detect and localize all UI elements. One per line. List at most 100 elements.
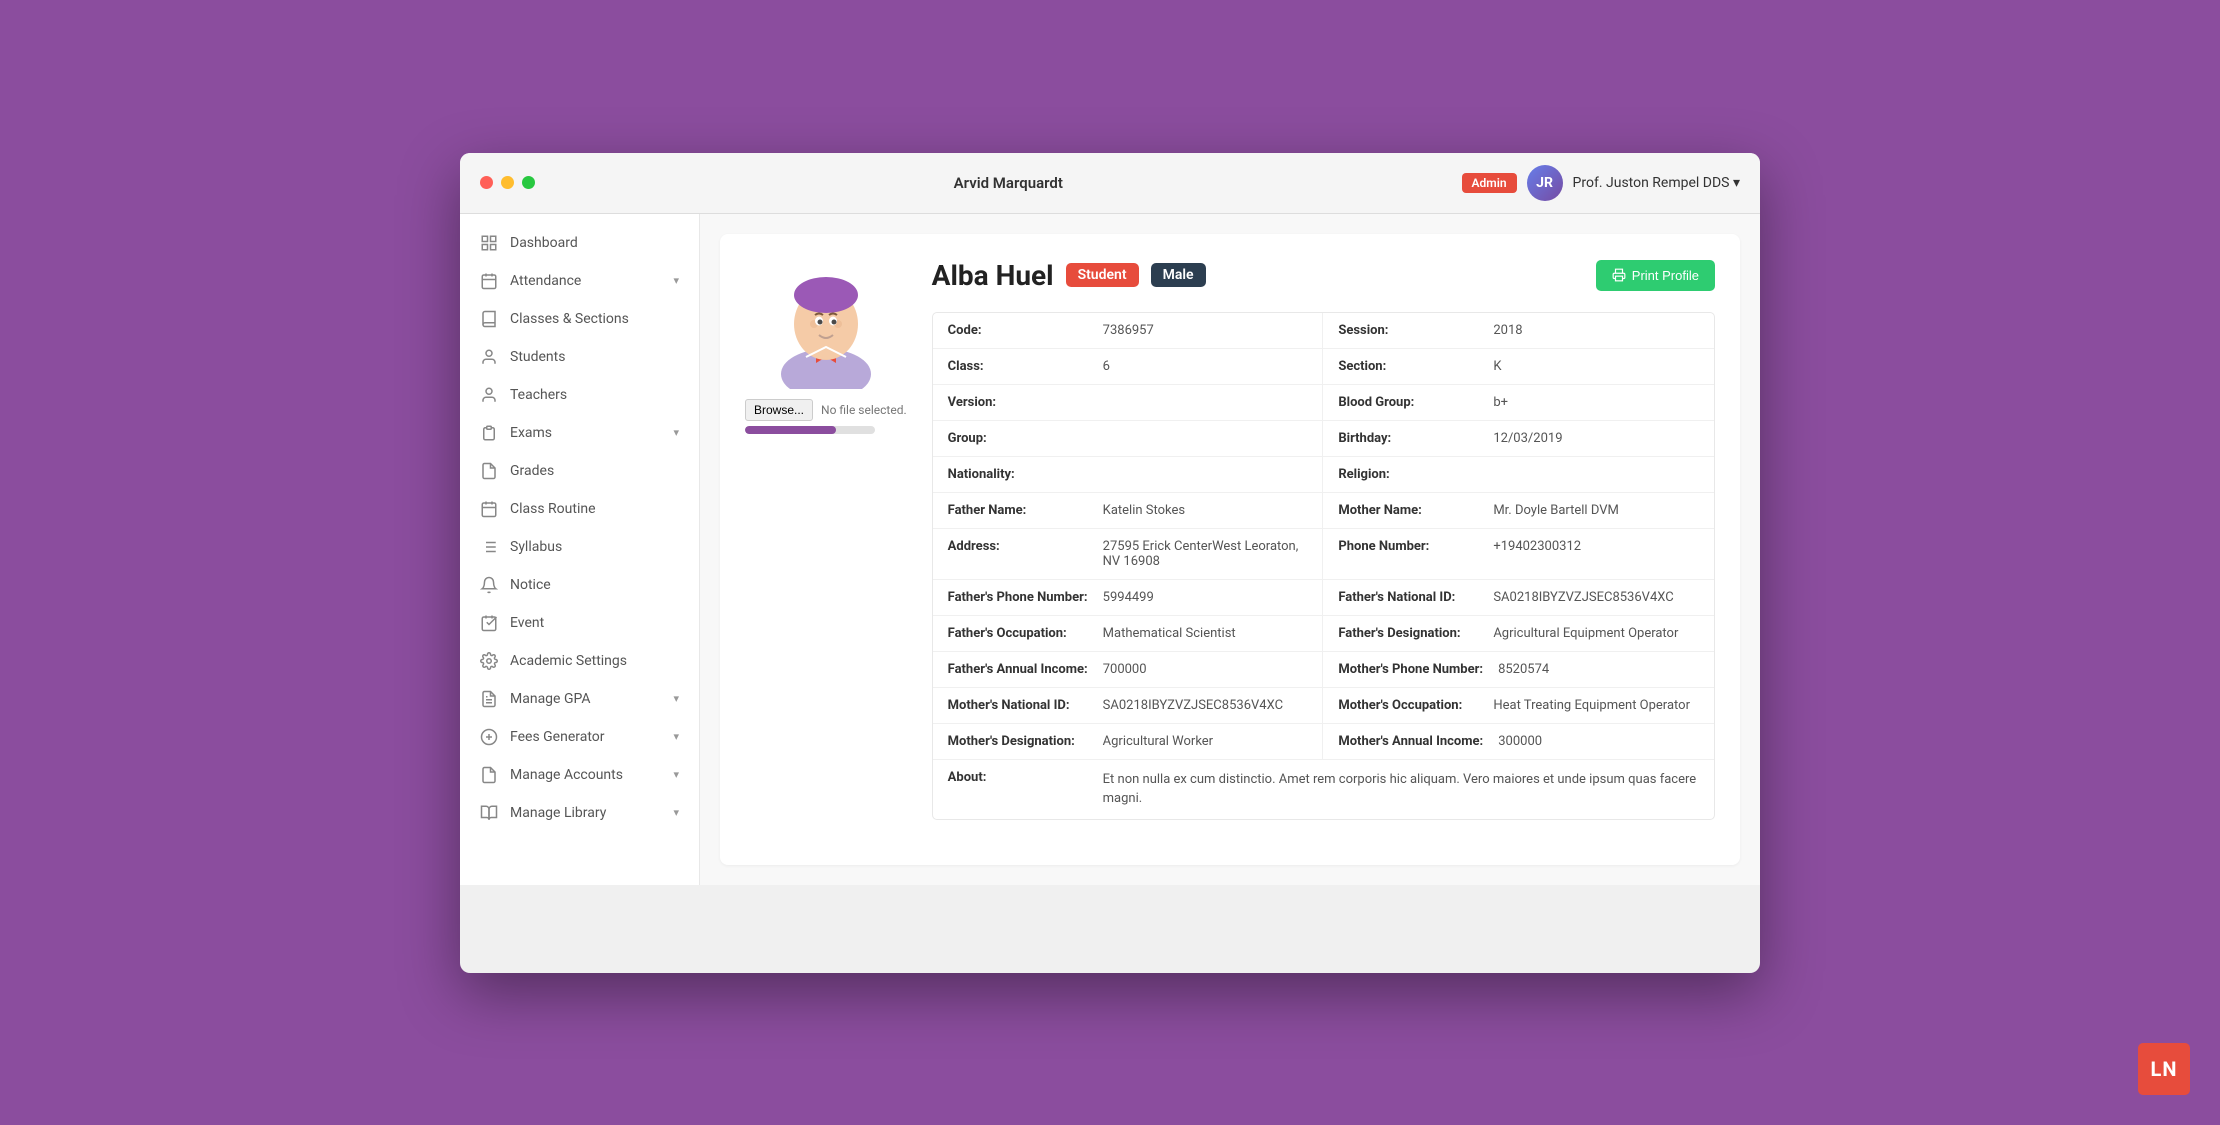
- mother-occupation-label: Mother's Occupation:: [1338, 698, 1478, 713]
- info-cell-mother-national-id: Mother's National ID: SA0218IBYZVZJSEC85…: [933, 688, 1324, 724]
- sidebar-item-students[interactable]: Students: [460, 338, 699, 376]
- sidebar-item-event[interactable]: Event: [460, 604, 699, 642]
- calendar-icon: [480, 272, 498, 290]
- invoice-icon: [480, 766, 498, 784]
- ln-badge: LN: [2138, 1043, 2190, 1095]
- sidebar-item-manage-library[interactable]: Manage Library ▾: [460, 794, 699, 832]
- info-cell-father-income: Father's Annual Income: 700000: [933, 652, 1324, 688]
- nationality-label: Nationality:: [948, 467, 1088, 482]
- print-profile-button[interactable]: Print Profile: [1596, 260, 1715, 291]
- birthday-value: 12/03/2019: [1493, 431, 1562, 446]
- session-label: Session:: [1338, 323, 1478, 338]
- admin-badge: Admin: [1462, 173, 1517, 193]
- notice-icon: [480, 576, 498, 594]
- profile-progress-fill: [745, 426, 836, 434]
- sidebar-item-dashboard[interactable]: Dashboard: [460, 224, 699, 262]
- sidebar-label-manage-gpa: Manage GPA: [510, 691, 661, 707]
- info-cell-birthday: Birthday: 12/03/2019: [1323, 421, 1714, 457]
- father-national-id-label: Father's National ID:: [1338, 590, 1478, 605]
- sidebar-label-students: Students: [510, 349, 679, 365]
- sidebar-item-manage-accounts[interactable]: Manage Accounts ▾: [460, 756, 699, 794]
- chevron-down-icon-accounts: ▾: [673, 768, 679, 781]
- sidebar-item-class-routine[interactable]: Class Routine: [460, 490, 699, 528]
- grades-icon: [480, 462, 498, 480]
- chevron-down-icon: ▾: [673, 274, 679, 287]
- sidebar-item-academic-settings[interactable]: Academic Settings: [460, 642, 699, 680]
- version-label: Version:: [948, 395, 1088, 410]
- sidebar-label-syllabus: Syllabus: [510, 539, 679, 555]
- close-button[interactable]: [480, 176, 493, 189]
- mother-phone-value: 8520574: [1498, 662, 1549, 677]
- phone-label: Phone Number:: [1338, 539, 1478, 569]
- session-value: 2018: [1493, 323, 1522, 338]
- minimize-button[interactable]: [501, 176, 514, 189]
- mother-designation-value: Agricultural Worker: [1103, 734, 1213, 749]
- app-title: Arvid Marquardt: [555, 174, 1462, 192]
- father-occupation-value: Mathematical Scientist: [1103, 626, 1236, 641]
- father-name-label: Father Name:: [948, 503, 1088, 518]
- sidebar-label-grades: Grades: [510, 463, 679, 479]
- no-file-text: No file selected.: [821, 403, 907, 417]
- blood-group-label: Blood Group:: [1338, 395, 1478, 410]
- sidebar-item-teachers[interactable]: Teachers: [460, 376, 699, 414]
- profile-progress-bar: [745, 426, 875, 434]
- code-value: 7386957: [1103, 323, 1154, 338]
- info-cell-mother-designation: Mother's Designation: Agricultural Worke…: [933, 724, 1324, 760]
- info-cell-section: Section: K: [1323, 349, 1714, 385]
- syllabus-icon: [480, 538, 498, 556]
- code-label: Code:: [948, 323, 1088, 338]
- chevron-down-icon-exams: ▾: [673, 426, 679, 439]
- book-icon: [480, 310, 498, 328]
- app-window: Arvid Marquardt Admin JR Prof. Juston Re…: [460, 153, 1760, 973]
- info-cell-father-occupation: Father's Occupation: Mathematical Scient…: [933, 616, 1324, 652]
- info-grid: Code: 7386957 Session: 2018 Class: 6: [932, 312, 1715, 820]
- student-name-row: Alba Huel Student Male Print Profile: [932, 259, 1715, 292]
- birthday-label: Birthday:: [1338, 431, 1478, 446]
- sidebar-item-manage-gpa[interactable]: Manage GPA ▾: [460, 680, 699, 718]
- file-alt-icon: [480, 690, 498, 708]
- phone-value: +19402300312: [1493, 539, 1581, 569]
- user-name-dropdown[interactable]: Prof. Juston Rempel DDS ▾: [1573, 175, 1740, 191]
- event-icon: [480, 614, 498, 632]
- chevron-down-icon-library: ▾: [673, 806, 679, 819]
- sidebar-item-syllabus[interactable]: Syllabus: [460, 528, 699, 566]
- info-cell-mother-income: Mother's Annual Income: 300000: [1323, 724, 1714, 760]
- mother-national-id-value: SA0218IBYZVZJSEC8536V4XC: [1103, 698, 1283, 713]
- student-profile: Browse... No file selected. Alb: [720, 234, 1740, 865]
- mother-occupation-value: Heat Treating Equipment Operator: [1493, 698, 1690, 713]
- main-content: Dashboard Attendance ▾ Classes & Section…: [460, 214, 1760, 885]
- student-badge: Student: [1066, 263, 1139, 287]
- sidebar-label-academic-settings: Academic Settings: [510, 653, 679, 669]
- browse-button[interactable]: Browse...: [745, 399, 813, 421]
- info-cell-father-phone: Father's Phone Number: 5994499: [933, 580, 1324, 616]
- father-occupation-label: Father's Occupation:: [948, 626, 1088, 641]
- sidebar-item-classes-sections[interactable]: Classes & Sections: [460, 300, 699, 338]
- sidebar-item-exams[interactable]: Exams ▾: [460, 414, 699, 452]
- profile-header-info: Alba Huel Student Male Print Profile: [932, 259, 1715, 820]
- info-cell-religion: Religion:: [1323, 457, 1714, 493]
- student-avatar: [761, 259, 891, 389]
- religion-label: Religion:: [1338, 467, 1478, 482]
- sidebar-item-grades[interactable]: Grades: [460, 452, 699, 490]
- mother-designation-label: Mother's Designation:: [948, 734, 1088, 749]
- class-routine-icon: [480, 500, 498, 518]
- book-open-icon: [480, 804, 498, 822]
- father-designation-label: Father's Designation:: [1338, 626, 1478, 641]
- sidebar-label-notice: Notice: [510, 577, 679, 593]
- sidebar-label-manage-library: Manage Library: [510, 805, 661, 821]
- cog-icon: [480, 652, 498, 670]
- class-label: Class:: [948, 359, 1088, 374]
- info-cell-code: Code: 7386957: [933, 313, 1324, 349]
- sidebar-item-notice[interactable]: Notice: [460, 566, 699, 604]
- address-label: Address:: [948, 539, 1088, 569]
- mother-name-label: Mother Name:: [1338, 503, 1478, 518]
- info-cell-father-designation: Father's Designation: Agricultural Equip…: [1323, 616, 1714, 652]
- gender-badge: Male: [1151, 263, 1206, 287]
- sidebar-label-fees-generator: Fees Generator: [510, 729, 661, 745]
- section-value: K: [1493, 359, 1501, 374]
- sidebar-item-attendance[interactable]: Attendance ▾: [460, 262, 699, 300]
- maximize-button[interactable]: [522, 176, 535, 189]
- sidebar-item-fees-generator[interactable]: Fees Generator ▾: [460, 718, 699, 756]
- father-national-id-value: SA0218IBYZVZJSEC8536V4XC: [1493, 590, 1673, 605]
- avatar-section: Browse... No file selected.: [745, 259, 907, 820]
